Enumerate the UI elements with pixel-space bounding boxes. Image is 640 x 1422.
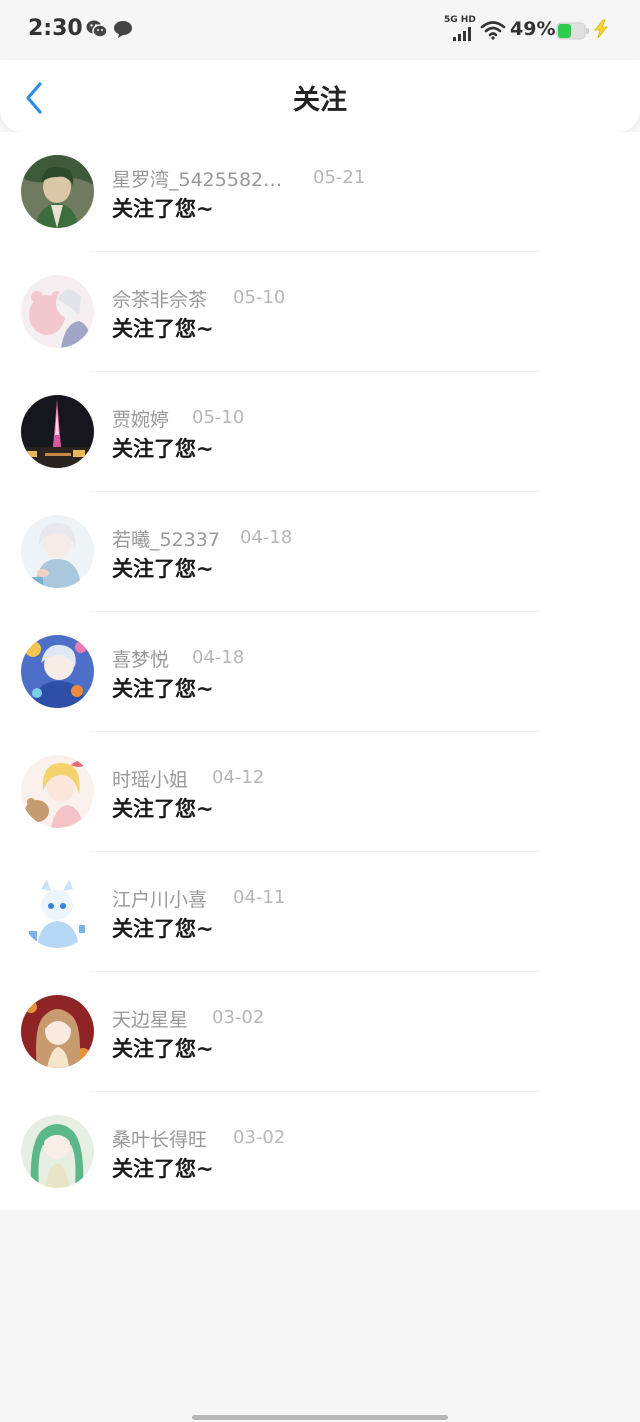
avatar[interactable] — [21, 395, 94, 468]
avatar[interactable] — [21, 755, 94, 828]
follower-name: 若曦_52337 — [112, 529, 220, 551]
wifi-icon — [480, 20, 506, 44]
follow-date: 05-21 — [313, 167, 366, 188]
follower-row[interactable]: 天边星星 03-02 关注了您~ — [0, 972, 640, 1092]
wechat-icon — [86, 19, 108, 43]
home-indicator[interactable] — [192, 1415, 448, 1420]
follower-row[interactable]: 时瑶小姐 04-12 关注了您~ — [0, 732, 640, 852]
avatar[interactable] — [21, 995, 94, 1068]
charging-bolt-icon — [592, 19, 610, 43]
follower-name: 贾婉婷 — [112, 409, 170, 431]
status-bar: 2:30 5G HD 49% — [0, 0, 640, 60]
follow-message: 关注了您~ — [112, 917, 214, 941]
follower-name: 佘茶非佘茶 — [112, 289, 208, 311]
follow-date: 03-02 — [212, 1007, 265, 1028]
page-title: 关注 — [293, 85, 347, 116]
follow-date: 03-02 — [233, 1127, 286, 1148]
follower-row[interactable]: 佘茶非佘茶 05-10 关注了您~ — [0, 252, 640, 372]
follow-message: 关注了您~ — [112, 317, 214, 341]
follower-row[interactable]: 喜梦悦 04-18 关注了您~ — [0, 612, 640, 732]
status-time: 2:30 — [28, 16, 83, 41]
follower-row[interactable]: 桑叶长得旺 03-02 关注了您~ — [0, 1092, 640, 1212]
follow-date: 04-12 — [212, 767, 265, 788]
follow-date: 05-10 — [192, 407, 245, 428]
follow-date: 04-18 — [240, 527, 293, 548]
follow-message: 关注了您~ — [112, 677, 214, 701]
follow-message: 关注了您~ — [112, 437, 214, 461]
avatar[interactable] — [21, 275, 94, 348]
follower-row[interactable]: 星罗湾_5425582… 05-21 关注了您~ — [0, 132, 640, 252]
avatar[interactable] — [21, 1115, 94, 1188]
avatar[interactable] — [21, 635, 94, 708]
follower-name: 江户川小喜 — [112, 889, 208, 911]
follower-row[interactable]: 江户川小喜 04-11 关注了您~ — [0, 852, 640, 972]
follower-name: 桑叶长得旺 — [112, 1129, 208, 1151]
follow-message: 关注了您~ — [112, 797, 214, 821]
signal-bars-icon — [452, 26, 474, 45]
follower-row[interactable]: 贾婉婷 05-10 关注了您~ — [0, 372, 640, 492]
message-bubble-icon — [113, 19, 133, 43]
battery-icon — [556, 22, 590, 44]
network-indicator: 5G HD — [444, 15, 476, 25]
battery-percent: 49% — [510, 18, 556, 40]
follow-message: 关注了您~ — [112, 1157, 214, 1181]
avatar[interactable] — [21, 875, 94, 948]
nav-header: 关注 — [0, 60, 640, 132]
follower-name: 天边星星 — [112, 1009, 189, 1031]
follow-message: 关注了您~ — [112, 197, 214, 221]
follower-name: 时瑶小姐 — [112, 769, 189, 791]
follow-message: 关注了您~ — [112, 1037, 214, 1061]
follow-date: 04-11 — [233, 887, 286, 908]
follow-message: 关注了您~ — [112, 557, 214, 581]
avatar[interactable] — [21, 155, 94, 228]
follower-list: 星罗湾_5425582… 05-21 关注了您~ 佘茶非佘茶 05-10 关注了… — [0, 132, 640, 1210]
follower-row[interactable]: 若曦_52337 04-18 关注了您~ — [0, 492, 640, 612]
follow-date: 04-18 — [192, 647, 245, 668]
follow-date: 05-10 — [233, 287, 286, 308]
follower-name: 喜梦悦 — [112, 649, 170, 671]
follower-name: 星罗湾_5425582… — [112, 169, 283, 191]
avatar[interactable] — [21, 515, 94, 588]
